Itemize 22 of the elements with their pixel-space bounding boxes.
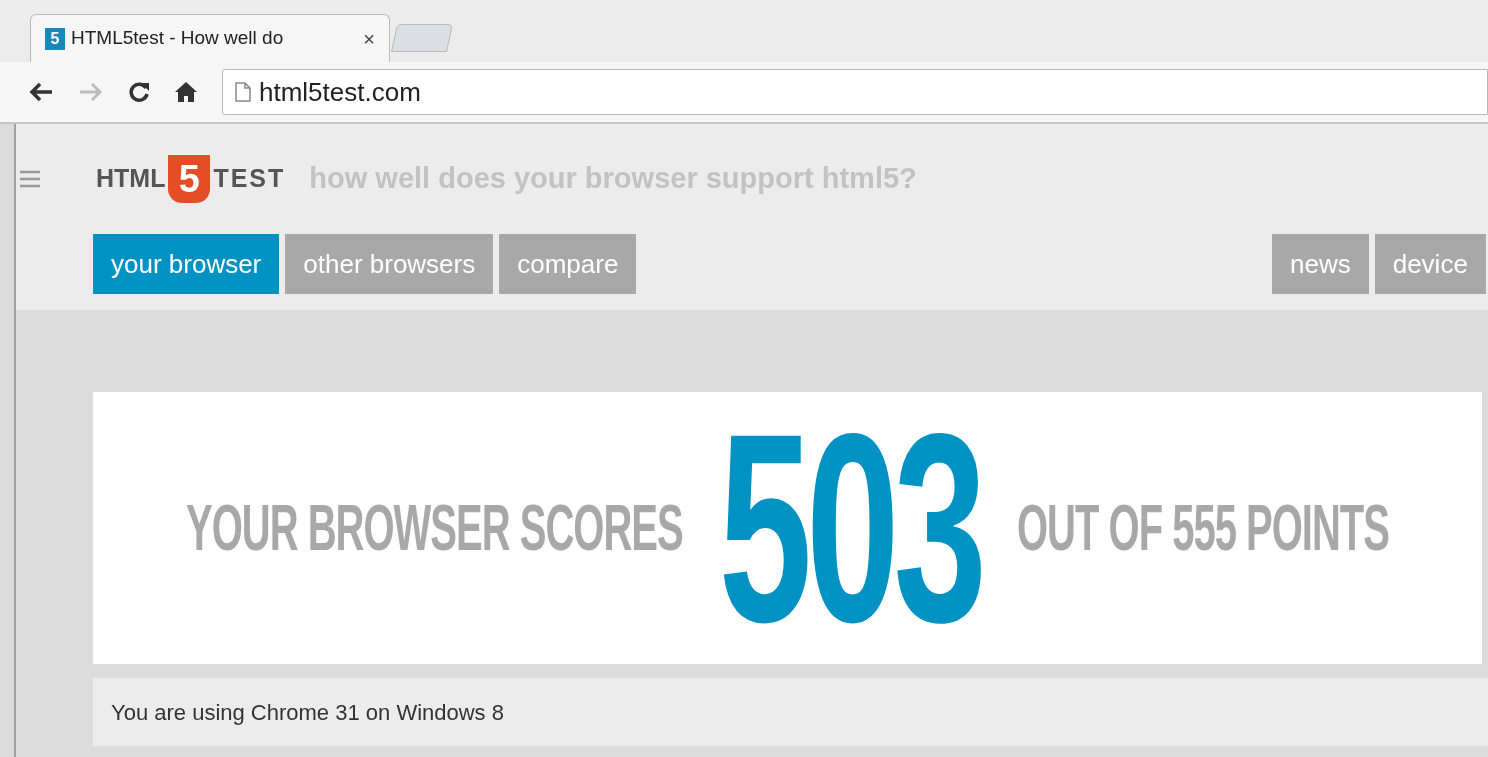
tab-title: HTML5test - How well do <box>71 26 284 51</box>
score-value: 503 <box>718 393 981 663</box>
favicon: 5 <box>45 27 65 50</box>
logo-badge: 5 <box>168 155 211 203</box>
url-text: html5test.com <box>259 75 421 109</box>
nav-tab[interactable]: device <box>1374 234 1486 294</box>
nav-tab[interactable]: news <box>1272 234 1369 294</box>
score-label: YOUR BROWSER SCORES <box>186 491 683 566</box>
close-button[interactable]: × <box>363 23 375 54</box>
reload-icon[interactable] <box>128 81 150 103</box>
score-label: OUT OF 555 POINTS <box>1016 491 1389 566</box>
home-icon[interactable] <box>174 81 198 103</box>
address-bar[interactable]: html5test.com <box>222 69 1488 115</box>
browser-tab[interactable]: 5 HTML5test - How well do × <box>30 14 390 62</box>
info-text: You are using Chrome 31 on Windows 8 <box>111 698 504 727</box>
back-icon[interactable] <box>28 82 54 102</box>
logo-text: HTML <box>96 163 166 195</box>
nav-tab[interactable]: other browsers <box>285 234 494 294</box>
page-icon <box>235 82 251 102</box>
logo-text: TEST <box>213 163 286 195</box>
nav-tab[interactable]: compare <box>499 234 637 294</box>
nav-tab[interactable]: your browser <box>93 234 280 294</box>
